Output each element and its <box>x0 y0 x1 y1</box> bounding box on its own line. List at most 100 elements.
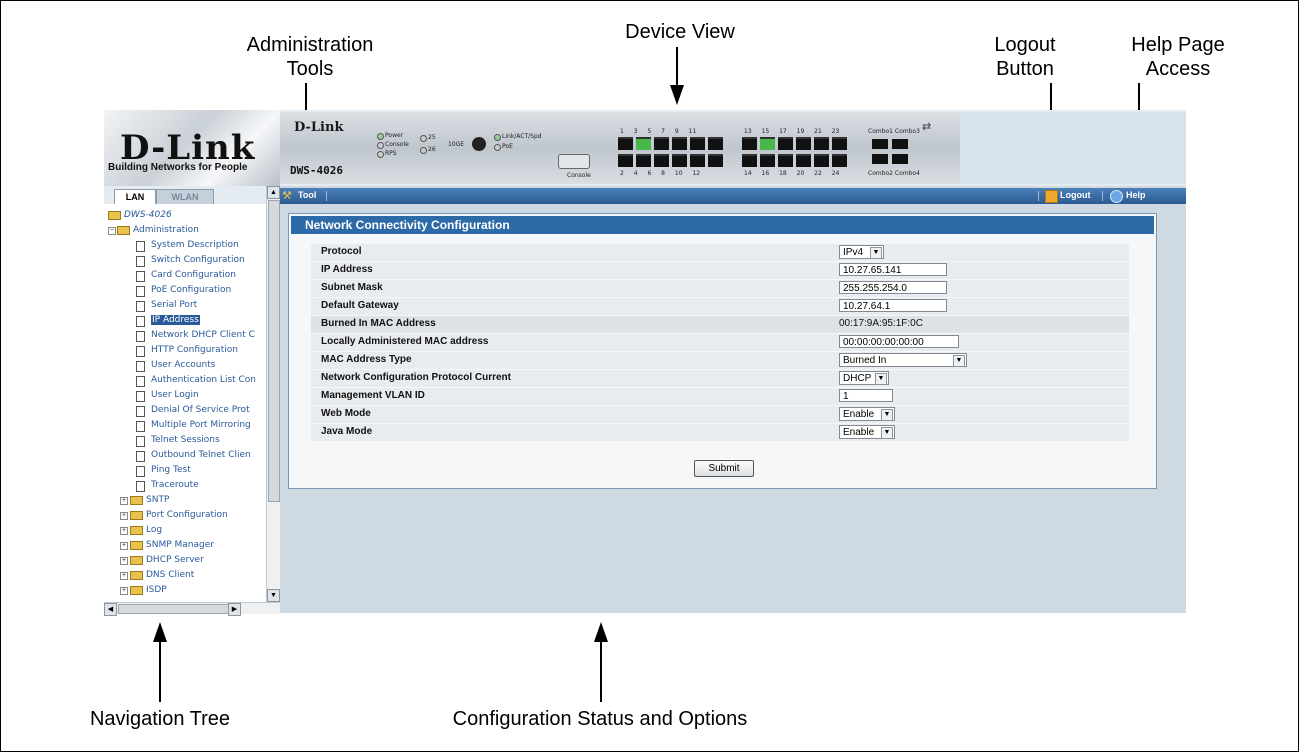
console-port-icon[interactable] <box>558 154 590 169</box>
port-icon[interactable] <box>708 154 723 167</box>
submit-button[interactable]: Submit <box>694 460 754 477</box>
nav-folder[interactable]: SNMP Manager <box>146 540 214 550</box>
port-icon[interactable] <box>742 154 757 167</box>
port-icon[interactable] <box>618 154 633 167</box>
nav-item[interactable]: Ping Test <box>151 465 191 475</box>
nav-folder[interactable]: Port Configuration <box>146 510 228 520</box>
combo-port-icon[interactable] <box>892 154 908 164</box>
nav-item[interactable]: Denial Of Service Prot <box>151 405 250 415</box>
port-icon[interactable] <box>636 137 651 150</box>
row-select[interactable]: DHCP ▼ <box>839 371 889 385</box>
port-icon[interactable] <box>832 154 847 167</box>
expand-icon[interactable]: + <box>120 527 128 535</box>
collapse-icon[interactable]: − <box>108 227 116 235</box>
row-input[interactable]: 255.255.254.0 <box>839 281 947 294</box>
row-input[interactable]: 10.27.64.1 <box>839 299 947 312</box>
nav-folder[interactable]: DNS Client <box>146 570 194 580</box>
help-icon[interactable] <box>1110 190 1123 203</box>
port-icon[interactable] <box>690 137 705 150</box>
port-icon[interactable] <box>814 137 829 150</box>
expand-icon[interactable]: + <box>120 497 128 505</box>
nav-item[interactable]: Outbound Telnet Clien <box>151 450 251 460</box>
port-icon[interactable] <box>672 137 687 150</box>
nav-item[interactable]: User Accounts <box>151 360 215 370</box>
chevron-down-icon[interactable]: ▼ <box>875 373 887 385</box>
chevron-down-icon[interactable]: ▼ <box>870 247 882 259</box>
chevron-down-icon[interactable]: ▼ <box>881 427 893 439</box>
nav-item[interactable]: Serial Port <box>151 300 197 310</box>
expand-icon[interactable]: + <box>120 572 128 580</box>
port-icon[interactable] <box>654 137 669 150</box>
logout-button[interactable]: Logout <box>1060 190 1091 200</box>
nav-item[interactable]: IP Address <box>151 315 200 325</box>
scroll-right-icon[interactable]: ▶ <box>228 603 241 616</box>
nav-folder[interactable]: ISDP <box>146 585 167 595</box>
nav-folder[interactable]: SNTP <box>146 495 169 505</box>
scroll-down-icon[interactable]: ▼ <box>267 589 280 602</box>
port-icon[interactable] <box>760 137 775 150</box>
nav-item[interactable]: System Description <box>151 240 239 250</box>
swap-arrows-icon[interactable]: ⇄ <box>922 120 931 133</box>
nav-item[interactable]: Traceroute <box>151 480 199 490</box>
tab-wlan[interactable]: WLAN <box>156 189 214 204</box>
nav-vertical-scrollbar[interactable]: ▲ ▼ <box>266 186 280 602</box>
port-icon[interactable] <box>778 154 793 167</box>
scroll-up-icon[interactable]: ▲ <box>267 186 280 199</box>
nav-item[interactable]: Authentication List Con <box>151 375 256 385</box>
row-select[interactable]: Enable ▼ <box>839 407 895 421</box>
nav-item[interactable]: Switch Configuration <box>151 255 245 265</box>
row-select[interactable]: Enable ▼ <box>839 425 895 439</box>
port-icon[interactable] <box>796 137 811 150</box>
port-icon[interactable] <box>742 137 757 150</box>
expand-icon[interactable]: + <box>120 542 128 550</box>
combo-port-icon[interactable] <box>892 139 908 149</box>
hscroll-thumb[interactable] <box>118 604 240 614</box>
nav-item[interactable]: PoE Configuration <box>151 285 231 295</box>
port-icon[interactable] <box>778 137 793 150</box>
port-icon[interactable] <box>796 154 811 167</box>
nav-horizontal-scrollbar[interactable]: ◀ ▶ <box>104 602 280 616</box>
mode-button-icon[interactable] <box>472 137 486 151</box>
port-icon[interactable] <box>672 154 687 167</box>
combo-port-icon[interactable] <box>872 154 888 164</box>
ports-group-1-bottom[interactable] <box>618 154 723 167</box>
ports-group-1-top[interactable] <box>618 137 723 150</box>
row-select[interactable]: IPv4 ▼ <box>839 245 884 259</box>
tool-menu[interactable]: Tool <box>298 190 316 200</box>
ports-group-2-top[interactable] <box>742 137 847 150</box>
port-icon[interactable] <box>636 154 651 167</box>
help-button[interactable]: Help <box>1126 190 1146 200</box>
tab-lan[interactable]: LAN <box>114 189 156 204</box>
device-view[interactable]: D-Link DWS-4026 Power Console RPS 25 26 … <box>280 112 960 184</box>
port-icon[interactable] <box>690 154 705 167</box>
port-icon[interactable] <box>760 154 775 167</box>
port-icon[interactable] <box>654 154 669 167</box>
row-input[interactable]: 1 <box>839 389 893 402</box>
tool-icon[interactable]: ⚒ <box>282 189 292 202</box>
nav-root[interactable]: DWS-4026 <box>124 210 172 220</box>
chevron-down-icon[interactable]: ▼ <box>881 409 893 421</box>
nav-item[interactable]: Network DHCP Client C <box>151 330 255 340</box>
port-icon[interactable] <box>832 137 847 150</box>
nav-item[interactable]: Multiple Port Mirroring <box>151 420 251 430</box>
row-input[interactable]: 10.27.65.141 <box>839 263 947 276</box>
port-icon[interactable] <box>814 154 829 167</box>
nav-folder[interactable]: Log <box>146 525 162 535</box>
row-select[interactable]: Burned In ▼ <box>839 353 967 367</box>
nav-item[interactable]: HTTP Configuration <box>151 345 238 355</box>
combo-port-icon[interactable] <box>872 139 888 149</box>
scroll-thumb[interactable] <box>268 200 280 502</box>
nav-administration[interactable]: Administration <box>133 225 199 235</box>
nav-folder[interactable]: DHCP Server <box>146 555 204 565</box>
nav-item[interactable]: Telnet Sessions <box>151 435 220 445</box>
port-icon[interactable] <box>618 137 633 150</box>
port-icon[interactable] <box>708 137 723 150</box>
chevron-down-icon[interactable]: ▼ <box>953 355 965 367</box>
expand-icon[interactable]: + <box>120 512 128 520</box>
ports-group-2-bottom[interactable] <box>742 154 847 167</box>
row-input[interactable]: 00:00:00:00:00:00 <box>839 335 959 348</box>
logout-icon[interactable] <box>1045 190 1058 203</box>
scroll-left-icon[interactable]: ◀ <box>104 603 117 616</box>
nav-item[interactable]: User Login <box>151 390 199 400</box>
expand-icon[interactable]: + <box>120 557 128 565</box>
